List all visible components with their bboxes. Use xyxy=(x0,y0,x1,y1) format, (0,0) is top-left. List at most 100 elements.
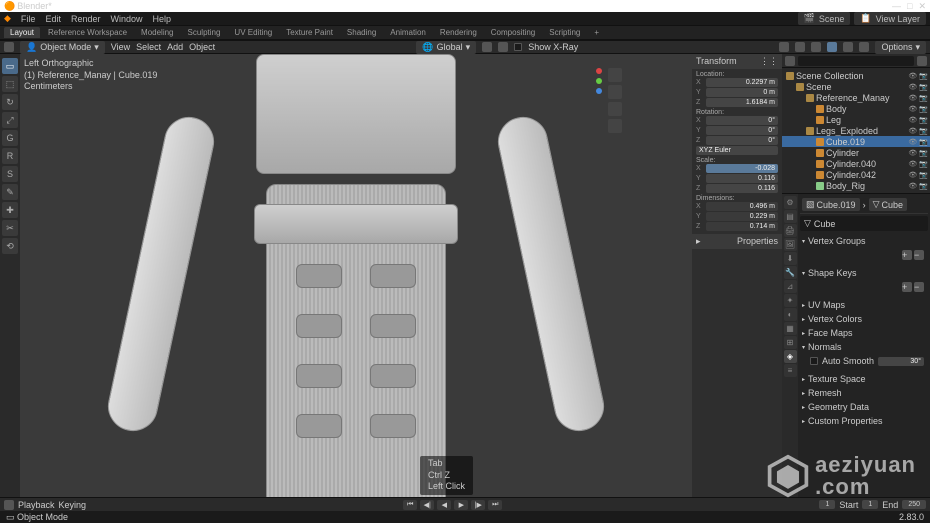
vg-add-icon[interactable]: + xyxy=(902,250,912,260)
tool-move[interactable]: ↻ xyxy=(2,94,18,110)
jump-end-button[interactable]: ⏭ xyxy=(488,500,502,510)
render-icon[interactable]: 📷 xyxy=(919,127,928,135)
npanel-properties-header[interactable]: ▸ Properties xyxy=(692,234,782,249)
tool-extra2[interactable]: ⟲ xyxy=(2,238,18,254)
crumb-data[interactable]: ▽Cube xyxy=(869,198,907,211)
eye-icon[interactable]: 👁 xyxy=(908,182,917,190)
frame-end[interactable]: 250 xyxy=(902,500,926,509)
render-icon[interactable]: 📷 xyxy=(919,94,928,102)
window-close-button[interactable]: ✕ xyxy=(918,1,926,12)
workspace-tab-texturepaint[interactable]: Texture Paint xyxy=(280,27,339,38)
outliner-row-5[interactable]: Legs_Exploded👁📷 xyxy=(782,125,930,136)
drag-icon[interactable]: ⋮⋮ xyxy=(760,56,778,67)
outliner-type-icon[interactable] xyxy=(785,56,795,66)
viewport-menu-object[interactable]: Object xyxy=(189,42,215,52)
orientation-selector[interactable]: 🌐Global▾ xyxy=(416,41,476,54)
eye-icon[interactable]: 👁 xyxy=(908,116,917,124)
workspace-tab-add[interactable]: + xyxy=(588,27,605,38)
eye-icon[interactable]: 👁 xyxy=(908,160,917,168)
play-reverse-button[interactable]: ◀ xyxy=(437,500,451,510)
frame-start[interactable]: 1 xyxy=(862,500,878,509)
sk-remove-icon[interactable]: − xyxy=(914,282,924,292)
menu-render[interactable]: Render xyxy=(71,14,101,24)
workspace-tab-reference[interactable]: Reference Workspace xyxy=(42,27,133,38)
eye-icon[interactable]: 👁 xyxy=(908,138,917,146)
outliner-row-0[interactable]: Scene Collection👁📷 xyxy=(782,70,930,81)
pan-icon[interactable] xyxy=(608,85,622,99)
tool-rotate[interactable]: ⤢ xyxy=(2,112,18,128)
perspective-icon[interactable] xyxy=(608,119,622,133)
prop-tab-4[interactable]: ⬇ xyxy=(784,252,797,265)
tool-cursor[interactable]: ⬚ xyxy=(2,76,18,92)
outliner-filter-icon[interactable] xyxy=(917,56,927,66)
axis-y-icon[interactable] xyxy=(596,78,602,84)
render-icon[interactable]: 📷 xyxy=(919,160,928,168)
panel-texture-space[interactable]: ▸Texture Space xyxy=(800,372,928,386)
shading-matprev-icon[interactable] xyxy=(843,42,853,52)
proportional-edit-icon[interactable] xyxy=(498,42,508,52)
mesh-name-field[interactable]: ▽Cube xyxy=(800,216,928,231)
outliner-search[interactable] xyxy=(798,56,914,66)
camera-icon[interactable] xyxy=(608,102,622,116)
tool-transform[interactable]: R xyxy=(2,148,18,164)
menu-help[interactable]: Help xyxy=(153,14,172,24)
snap-icon[interactable] xyxy=(482,42,492,52)
axis-x-icon[interactable] xyxy=(596,68,602,74)
outliner-row-4[interactable]: Leg👁📷 xyxy=(782,114,930,125)
prop-tab-12[interactable]: ≡ xyxy=(784,364,797,377)
panel-vertex-colors[interactable]: ▸Vertex Colors xyxy=(800,312,928,326)
workspace-tab-rendering[interactable]: Rendering xyxy=(434,27,483,38)
tool-extra1[interactable]: ✂ xyxy=(2,220,18,236)
timeline-editor-icon[interactable] xyxy=(4,500,14,510)
outliner-row-1[interactable]: Scene👁📷 xyxy=(782,81,930,92)
scale-x[interactable]: -0.028 xyxy=(706,164,778,173)
outliner-row-9[interactable]: Cylinder.042👁📷 xyxy=(782,169,930,180)
scale-z[interactable]: 0.116 xyxy=(706,184,778,193)
jump-start-button[interactable]: ⏮ xyxy=(403,500,417,510)
axis-z-icon[interactable] xyxy=(596,88,602,94)
panel-vertex-groups[interactable]: ▾Vertex Groups xyxy=(800,234,928,248)
rotation-z[interactable]: 0° xyxy=(706,136,778,145)
frame-current[interactable]: 1 xyxy=(819,500,835,509)
keyframe-prev-button[interactable]: ◀| xyxy=(420,500,434,510)
prop-tab-1[interactable]: ▤ xyxy=(784,210,797,223)
prop-tab-7[interactable]: ✦ xyxy=(784,294,797,307)
auto-smooth-checkbox[interactable] xyxy=(810,357,818,365)
auto-smooth-angle[interactable]: 30° xyxy=(878,357,924,366)
viewport-menu-view[interactable]: View xyxy=(111,42,130,52)
render-icon[interactable]: 📷 xyxy=(919,149,928,157)
prop-tab-0[interactable]: ⚙ xyxy=(784,196,797,209)
zoom-icon[interactable] xyxy=(608,68,622,82)
workspace-tab-animation[interactable]: Animation xyxy=(384,27,432,38)
outliner-row-7[interactable]: Cylinder👁📷 xyxy=(782,147,930,158)
prop-tab-9[interactable]: ▦ xyxy=(784,322,797,335)
tool-select-box[interactable]: ▭ xyxy=(2,58,18,74)
workspace-tab-scripting[interactable]: Scripting xyxy=(543,27,586,38)
outliner-row-6[interactable]: Cube.019👁📷 xyxy=(782,136,930,147)
eye-icon[interactable]: 👁 xyxy=(908,72,917,80)
location-x[interactable]: 0.2297 m xyxy=(706,78,778,87)
workspace-tab-layout[interactable]: Layout xyxy=(4,27,40,38)
window-minimize-button[interactable]: — xyxy=(892,1,901,12)
prop-tab-3[interactable]: 🖼 xyxy=(784,238,797,251)
outliner-row-2[interactable]: Reference_Manay👁📷 xyxy=(782,92,930,103)
keyframe-next-button[interactable]: |▶ xyxy=(471,500,485,510)
panel-geometry-data[interactable]: ▸Geometry Data xyxy=(800,400,928,414)
menu-edit[interactable]: Edit xyxy=(45,14,61,24)
npanel-transform-header[interactable]: Transform⋮⋮ xyxy=(692,54,782,69)
mode-selector[interactable]: 👤Object Mode▾ xyxy=(20,41,105,54)
crumb-object[interactable]: ▧Cube.019 xyxy=(802,198,860,211)
prop-tab-10[interactable]: ⊞ xyxy=(784,336,797,349)
shading-wireframe-icon[interactable] xyxy=(811,42,821,52)
scene-selector[interactable]: 🎬Scene xyxy=(798,12,851,25)
workspace-tab-modeling[interactable]: Modeling xyxy=(135,27,179,38)
outliner-row-3[interactable]: Body👁📷 xyxy=(782,103,930,114)
viewport-menu-add[interactable]: Add xyxy=(167,42,183,52)
prop-tab-8[interactable]: ◐ xyxy=(784,308,797,321)
shading-rendered-icon[interactable] xyxy=(859,42,869,52)
play-button[interactable]: ▶ xyxy=(454,500,468,510)
outliner-row-10[interactable]: Body_Rig👁📷 xyxy=(782,180,930,191)
workspace-tab-compositing[interactable]: Compositing xyxy=(485,27,541,38)
eye-icon[interactable]: 👁 xyxy=(908,171,917,179)
tool-scale[interactable]: G xyxy=(2,130,18,146)
